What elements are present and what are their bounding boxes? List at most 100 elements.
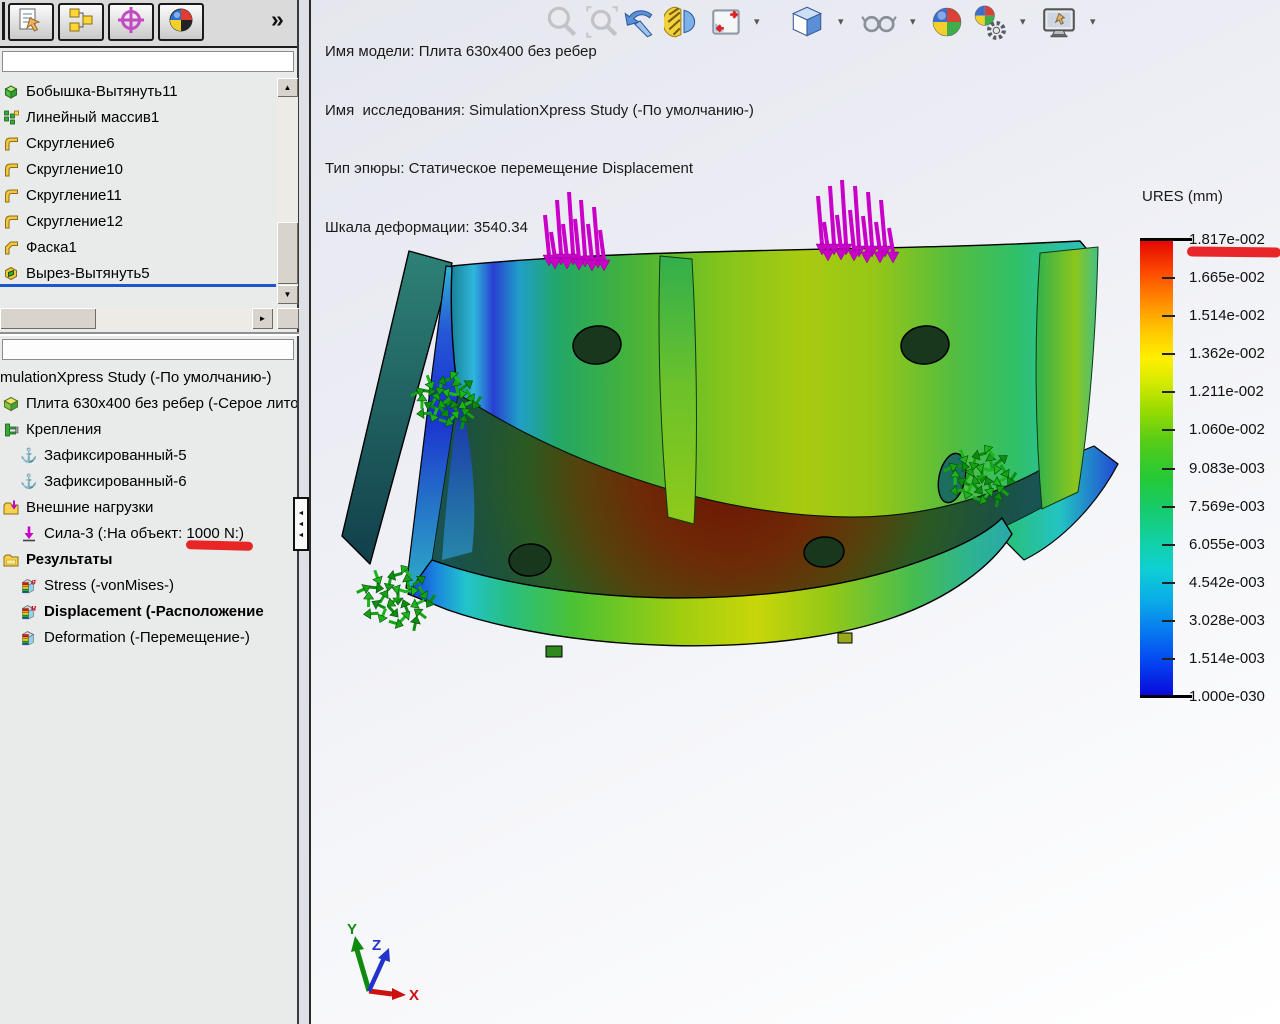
tree-filter-bar[interactable]	[2, 51, 294, 72]
section-view-icon[interactable]	[662, 3, 702, 41]
sim-tree-item[interactable]: u Displacement (-Расположение	[0, 598, 315, 624]
sim-tree-item[interactable]: Внешние нагрузки	[0, 494, 297, 520]
triad-z-label: Z	[372, 937, 381, 954]
sim-tree-item[interactable]: σ Stress (-vonMises-)	[0, 572, 315, 598]
force-icon	[20, 525, 39, 542]
display-style-icon[interactable]	[860, 3, 898, 41]
legend-title: URES (mm)	[1142, 188, 1223, 205]
fixtures-icon	[2, 421, 21, 438]
appearance-dropdown-icon[interactable]: ▾	[1020, 15, 1026, 28]
svg-text:u: u	[31, 603, 36, 613]
triad-y-label: Y	[347, 921, 357, 938]
view-settings-dropdown-icon[interactable]: ▾	[1090, 15, 1096, 28]
sim-tree-item[interactable]: Плита 630x400 без ребер (-Серое лито	[0, 390, 297, 416]
collapse-left-icon: ◄	[297, 509, 305, 517]
tree-item-label: Вырез-Вытянуть5	[26, 264, 150, 282]
legend-tick	[1162, 467, 1175, 470]
legend-tick	[1162, 505, 1175, 508]
feature-tree-scrollbar[interactable]: ▲ ▼	[277, 78, 298, 304]
deformation-plot-icon	[20, 629, 39, 646]
tree-item-label: Stress (-vonMises-)	[44, 576, 175, 594]
scroll-down-icon[interactable]: ▼	[277, 285, 298, 304]
rollback-bar[interactable]	[0, 284, 276, 287]
sim-tree-item[interactable]: mulationXpress Study (-По умолчанию-)	[0, 364, 297, 390]
feature-tree-item[interactable]: Вырез-Вытянуть5	[0, 260, 276, 286]
viewport-icon[interactable]	[708, 3, 746, 41]
viewport-dropdown-icon[interactable]: ▾	[754, 15, 760, 28]
manager-tab-displaymanager[interactable]	[158, 3, 204, 41]
3d-viewport[interactable]: X Y Z Имя модели: Плита 630x400 без ребе…	[311, 0, 1280, 1024]
tree-item-label: Фаска1	[26, 238, 77, 256]
feature-tree-item[interactable]: Скругление11	[0, 182, 276, 208]
legend-tick	[1162, 619, 1175, 622]
force-value-red-marker	[185, 540, 254, 551]
fillet-icon	[2, 187, 21, 204]
view-orientation-icon[interactable]	[788, 3, 826, 41]
collapse-left-icon: ◄	[297, 531, 305, 539]
zoom-fit-icon[interactable]	[543, 3, 581, 41]
view-settings-icon[interactable]	[1040, 3, 1078, 41]
hscroll-thumb[interactable]	[0, 308, 96, 329]
scrollbar-thumb[interactable]	[277, 222, 298, 284]
manager-tabs: »	[0, 0, 297, 48]
previous-view-icon[interactable]	[620, 3, 658, 41]
feature-tree-item[interactable]: Бобышка-Вытянуть11	[0, 78, 276, 104]
tree-item-label: Скругление10	[26, 160, 123, 178]
scroll-up-icon[interactable]: ▲	[277, 78, 298, 97]
zoom-area-icon[interactable]	[583, 3, 621, 41]
legend-value: 6.055e-003	[1189, 535, 1265, 553]
tree-item-label: Зафиксированный-6	[44, 472, 187, 490]
view-orientation-dropdown-icon[interactable]: ▾	[838, 15, 844, 28]
sim-tree-item[interactable]: Результаты	[0, 546, 297, 572]
feature-tree: Бобышка-Вытянуть11 Линейный массив1 Скругл…	[0, 78, 276, 286]
scroll-right-icon[interactable]: ►	[252, 308, 273, 329]
solidworks-window: » Бобышка-Вытянуть11 Линейный массив1 Скру…	[0, 0, 1280, 1024]
tree-item-label: Бобышка-Вытянуть11	[26, 82, 178, 100]
legend-value: 7.569e-003	[1189, 497, 1265, 515]
manager-tab-configurationmanager[interactable]	[58, 3, 104, 41]
legend-value: 1.665e-002	[1189, 269, 1265, 287]
tree-item-label: Внешние нагрузки	[26, 498, 154, 516]
tree-item-label: Линейный массив1	[26, 108, 160, 126]
linear-pattern-icon	[2, 109, 21, 126]
feature-tree-item[interactable]: Скругление10	[0, 156, 276, 182]
fillet-icon	[2, 213, 21, 230]
triad-x-label: X	[409, 987, 419, 1004]
feature-tree-item[interactable]: Скругление12	[0, 208, 276, 234]
deformation-scale-line: Шкала деформации: 3540.34	[325, 218, 528, 236]
sim-tree-item[interactable]: ⚓ Зафиксированный-5	[0, 442, 315, 468]
tree-item-label: Зафиксированный-5	[44, 446, 187, 464]
legend-tick	[1162, 657, 1175, 660]
results-folder-icon	[2, 551, 21, 568]
legend-tick	[1162, 391, 1175, 394]
horizontal-scrollbar[interactable]: ►	[0, 308, 299, 329]
appearance-icon[interactable]	[970, 3, 1008, 41]
plot-type-line: Тип эпюры: Статическое перемещение Displ…	[325, 160, 694, 177]
shadows-icon[interactable]	[928, 3, 966, 41]
sim-tree-item[interactable]: Сила-3 (:На объект: 1000 N:)	[0, 520, 315, 546]
legend-value: 9.083e-003	[1189, 459, 1265, 477]
manager-tab-dimxpertmanager[interactable]	[108, 3, 154, 41]
dimxpertmanager-icon	[117, 6, 145, 39]
scrollbar-corner	[277, 308, 299, 329]
tabs-overflow-button[interactable]: »	[271, 6, 284, 33]
legend-tick	[1162, 429, 1175, 432]
sim-tree-item[interactable]: ⚓ Зафиксированный-6	[0, 468, 315, 494]
panel-splitter[interactable]: ◄ ◄ ◄	[293, 497, 309, 551]
legend-value: 1.362e-002	[1189, 345, 1265, 363]
feature-tree-item[interactable]: Линейный массив1	[0, 104, 276, 130]
propertymanager-icon	[17, 6, 45, 39]
deformed-model	[341, 240, 1119, 658]
sim-tree-item[interactable]: Крепления	[0, 416, 297, 442]
manager-tab-propertymanager[interactable]	[8, 3, 54, 41]
force-arrows	[815, 179, 900, 264]
legend-tick	[1162, 543, 1175, 546]
legend-value: 4.542e-003	[1189, 573, 1265, 591]
legend-bottom-cap	[1140, 695, 1192, 698]
sim-tree-item[interactable]: Deformation (-Перемещение-)	[0, 624, 315, 650]
legend-tick	[1162, 315, 1175, 318]
display-style-dropdown-icon[interactable]: ▾	[910, 15, 916, 28]
tree-item-label: Displacement (-Расположение	[44, 602, 264, 620]
feature-tree-item[interactable]: Фаска1	[0, 234, 276, 260]
feature-tree-item[interactable]: Скругление6	[0, 130, 276, 156]
